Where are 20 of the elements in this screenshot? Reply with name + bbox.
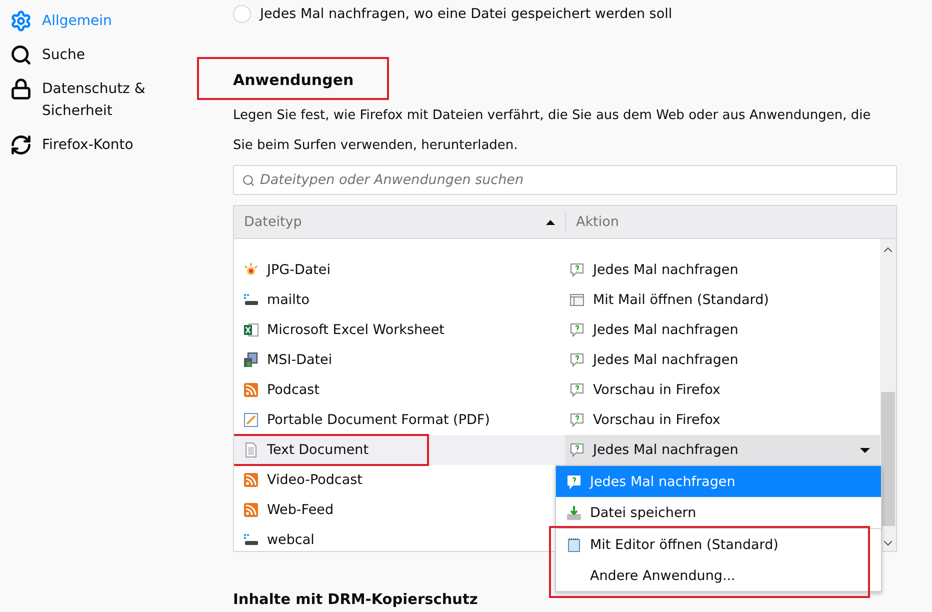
file-type: webcal bbox=[267, 532, 314, 548]
action-label: Jedes Mal nachfragen bbox=[593, 322, 738, 338]
action-label: Vorschau in Firefox bbox=[593, 382, 720, 398]
file-type: Video-Podcast bbox=[267, 472, 362, 488]
section-description: Legen Sie fest, wie Firefox mit Dateien verfährt, die Sie aus dem Web oder aus Anwendungen, die Sie beim Surfen verwenden, herunterladen. bbox=[233, 107, 872, 155]
file-type: Podcast bbox=[267, 382, 320, 398]
action-label: Jedes Mal nachfragen bbox=[593, 352, 738, 368]
radio-label: Jedes Mal nachfragen, wo eine Datei gespeichert werden soll bbox=[260, 6, 672, 22]
action-label: Mit Mail öffnen (Standard) bbox=[593, 292, 769, 308]
file-type: mailto bbox=[267, 292, 310, 308]
file-type: Text Document bbox=[267, 442, 369, 458]
file-type: MSI-Datei bbox=[267, 352, 332, 368]
section-heading: Inhalte mit DRM-Kopierschutz bbox=[233, 592, 479, 608]
file-type: JPG-Datei bbox=[267, 262, 330, 278]
action-label: Vorschau in Firefox bbox=[593, 412, 720, 428]
action-label: Jedes Mal nachfragen bbox=[593, 262, 738, 278]
section-heading: Anwendungen bbox=[233, 70, 355, 91]
file-type: Web-Feed bbox=[267, 502, 334, 518]
file-type: Microsoft Excel Worksheet bbox=[267, 322, 444, 338]
file-type: Portable Document Format (PDF) bbox=[267, 412, 490, 428]
